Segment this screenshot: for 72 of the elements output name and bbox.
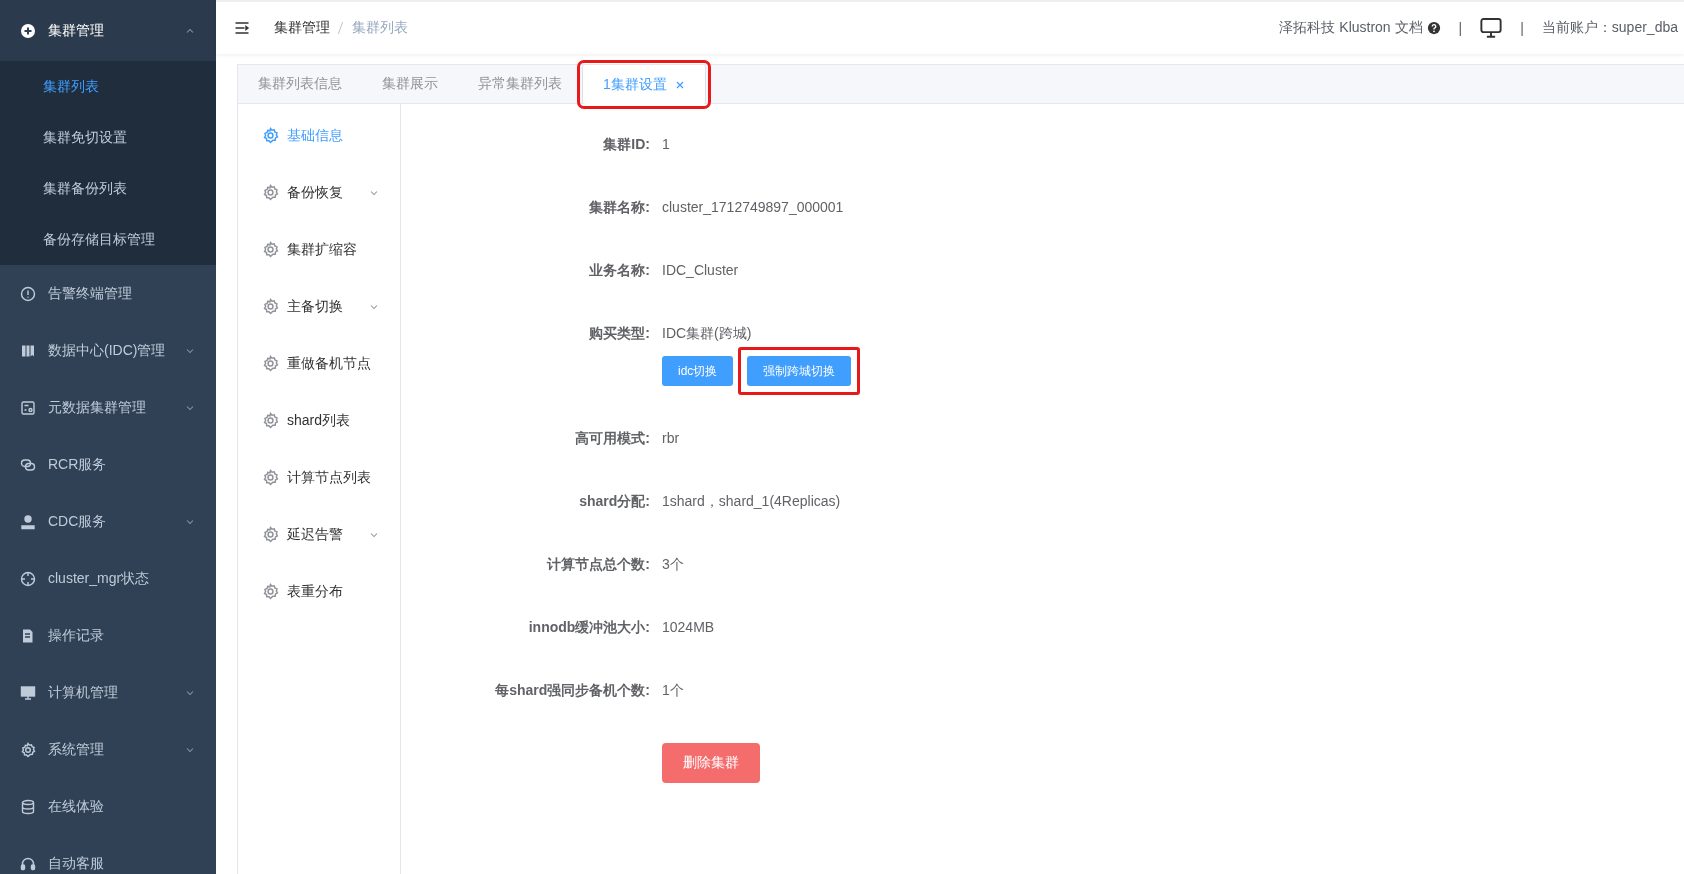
sidebar-menu-item[interactable]: 在线体验 <box>0 778 216 835</box>
settings-menu-item[interactable]: shard列表 <box>238 392 400 449</box>
document-edit-icon <box>20 627 36 644</box>
gear-icon <box>262 127 279 144</box>
breadcrumb-item[interactable]: 集群管理 <box>274 19 330 37</box>
field-label: 每shard强同步备机个数: <box>494 681 651 700</box>
field-value: cluster_1712749897_000001 <box>662 198 844 217</box>
menu-fold-icon <box>234 20 250 36</box>
gear-icon <box>262 583 279 600</box>
field-value: 1shard，shard_1(4Replicas) <box>662 492 841 511</box>
field-label: 业务名称: <box>588 261 651 280</box>
sidebar-menu-item[interactable]: CDC服务 <box>0 493 216 550</box>
sidebar-menu-item[interactable]: RCR服务 <box>0 436 216 493</box>
settings-menu-item[interactable]: 计算节点列表 <box>238 449 400 506</box>
field-value: IDC集群(跨城) <box>662 324 753 343</box>
field-label: 计算节点总个数: <box>545 555 651 574</box>
field-label: 购买类型: <box>588 324 651 343</box>
sidebar-menu-item[interactable]: cluster_mgr状态 <box>0 550 216 607</box>
sidebar-submenu-item[interactable]: 集群免切设置 <box>0 112 216 163</box>
sidebar-menu-item[interactable]: 系统管理 <box>0 721 216 778</box>
headset-icon <box>20 855 36 872</box>
field-label: 集群ID: <box>602 135 651 154</box>
docs-link[interactable]: 泽拓科技 Klustron 文档 <box>1279 19 1423 37</box>
separator: | <box>1458 20 1463 36</box>
field-value: IDC_Cluster <box>662 261 739 280</box>
help-icon[interactable] <box>1426 21 1441 35</box>
sidebar-submenu-item[interactable]: 集群列表 <box>0 61 216 112</box>
settings-menu-item[interactable]: 延迟告警 <box>238 506 400 563</box>
settings-menu-item[interactable]: 主备切换 <box>238 278 400 335</box>
breadcrumb-item: 集群列表 <box>352 19 408 37</box>
sidebar-menu-item[interactable]: 自动客服 <box>0 835 216 874</box>
sidebar-menu-item[interactable]: 操作记录 <box>0 607 216 664</box>
separator: | <box>1520 20 1524 36</box>
panel-icon <box>20 399 36 416</box>
monitor-icon <box>20 684 36 701</box>
close-icon[interactable] <box>674 79 685 90</box>
gear-icon <box>262 184 279 201</box>
field-label: innodb缓冲池大小: <box>527 618 651 637</box>
field-value: 1个 <box>662 681 684 700</box>
alert-circle-icon <box>20 285 36 302</box>
settings-menu-item[interactable]: 重做备机节点 <box>238 335 400 392</box>
sidebar-menu-item[interactable]: 集群管理 <box>0 0 216 61</box>
link-icon <box>20 456 36 473</box>
sidebar-submenu-item[interactable]: 备份存储目标管理 <box>0 214 216 265</box>
gear-icon <box>262 412 279 429</box>
account-label: 当前账户：super_dba <box>1541 19 1678 37</box>
field-value: 1 <box>662 135 670 154</box>
gear-icon <box>262 298 279 315</box>
sidebar-menu-item[interactable]: 数据中心(IDC)管理 <box>0 322 216 379</box>
gear-icon <box>262 526 279 543</box>
sidebar-submenu-item[interactable]: 集群备份列表 <box>0 163 216 214</box>
database-icon <box>20 798 36 815</box>
crosshair-icon <box>20 570 36 587</box>
field-value: 3个 <box>662 555 684 574</box>
settings-menu-item[interactable]: 备份恢复 <box>238 164 400 221</box>
sidebar-menu-item[interactable]: 计算机管理 <box>0 664 216 721</box>
field-value: rbr <box>662 429 680 448</box>
field-label: shard分配: <box>578 492 651 511</box>
field-value: 1024MB <box>662 618 715 637</box>
sidebar-menu-item[interactable]: 告警终端管理 <box>0 265 216 322</box>
gear-icon <box>262 469 279 486</box>
monitor-icon <box>1480 17 1503 39</box>
gear-icon <box>20 741 36 758</box>
field-label: 高可用模式: <box>574 429 651 448</box>
gear-icon <box>262 355 279 372</box>
plus-circle-icon <box>20 22 36 39</box>
gear-icon <box>262 241 279 258</box>
user-icon <box>20 513 36 530</box>
settings-menu-item[interactable]: 表重分布 <box>238 563 400 620</box>
sidebar-menu-item[interactable]: 元数据集群管理 <box>0 379 216 436</box>
settings-menu-item[interactable]: 集群扩缩容 <box>238 221 400 278</box>
field-label: 集群名称: <box>588 198 651 217</box>
